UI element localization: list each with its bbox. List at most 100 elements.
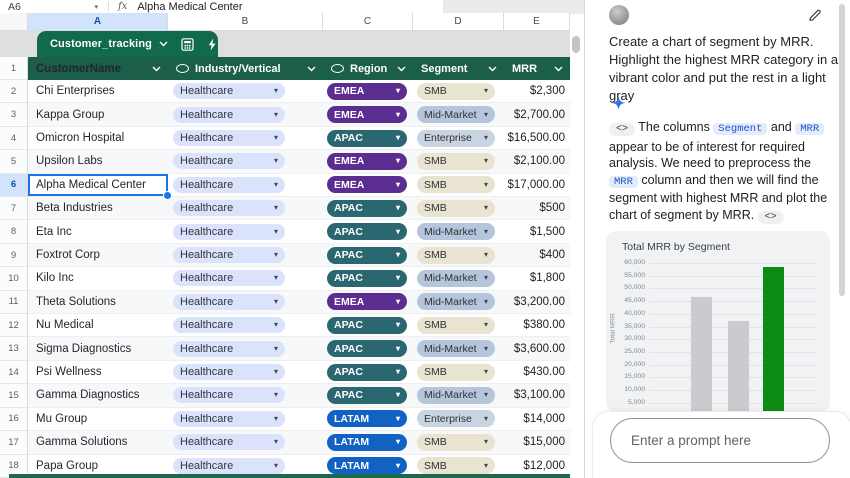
name-box-dropdown-icon[interactable]: ▾ (94, 3, 98, 11)
sheet-tab-customer-tracking[interactable]: Customer_tracking (37, 31, 218, 57)
industry-dropdown[interactable]: Healthcare ▾ (173, 106, 285, 123)
cell-mrr[interactable]: $3,200.00 (504, 290, 570, 315)
row-number[interactable]: 4 (0, 126, 28, 151)
row-number[interactable]: 1 (0, 57, 28, 80)
cell-customer-name[interactable]: Foxtrot Corp (28, 243, 168, 268)
region-dropdown[interactable]: APAC ▾ (327, 246, 407, 264)
row-number[interactable]: 7 (0, 197, 28, 221)
region-dropdown[interactable]: LATAM ▾ (327, 410, 407, 428)
cell-customer-name[interactable]: Gamma Diagnostics (28, 384, 168, 408)
row-number[interactable]: 10 (0, 267, 28, 291)
region-dropdown[interactable]: LATAM ▾ (327, 457, 407, 475)
row-number[interactable]: 8 (0, 220, 28, 244)
cell-customer-name[interactable]: Psi Wellness (28, 360, 168, 385)
sheet-scrollbar[interactable] (572, 36, 580, 53)
industry-dropdown[interactable]: Healthcare ▾ (173, 457, 285, 474)
chevron-down-icon[interactable] (488, 66, 497, 72)
cell-mrr[interactable]: $430.00 (504, 360, 570, 385)
chevron-down-icon[interactable] (307, 66, 316, 72)
prompt-input[interactable] (610, 418, 830, 463)
segment-dropdown[interactable]: Enterprise ▾ (417, 129, 495, 147)
row-number[interactable]: 13 (0, 337, 28, 361)
segment-dropdown[interactable]: SMB ▾ (417, 246, 495, 264)
cell-customer-name[interactable]: Beta Industries (28, 197, 168, 221)
segment-dropdown[interactable]: Mid-Market ▾ (417, 340, 495, 358)
segment-dropdown[interactable]: SMB ▾ (417, 316, 495, 334)
segment-dropdown[interactable]: Mid-Market ▾ (417, 269, 495, 287)
cell-name-box[interactable]: A6 ▾ (0, 0, 104, 13)
row-number[interactable]: 14 (0, 360, 28, 385)
cell-customer-name[interactable]: Theta Solutions (28, 290, 168, 315)
row-number[interactable]: 12 (0, 314, 28, 338)
cell-mrr[interactable]: $17,000.00 (504, 173, 570, 198)
cell-customer-name[interactable]: Omicron Hospital (28, 126, 168, 151)
segment-dropdown[interactable]: Mid-Market ▾ (417, 293, 495, 311)
segment-dropdown[interactable]: SMB ▾ (417, 199, 495, 217)
cell-customer-name[interactable]: Upsilon Labs (28, 150, 168, 174)
formula-input[interactable]: Alpha Medical Center (137, 1, 242, 13)
calculator-icon[interactable] (181, 37, 194, 51)
cell-customer-name[interactable]: Chi Enterprises (28, 80, 168, 104)
segment-dropdown[interactable]: SMB ▾ (417, 433, 495, 451)
panel-scrollbar[interactable] (839, 4, 845, 296)
industry-dropdown[interactable]: Healthcare ▾ (173, 340, 285, 357)
segment-dropdown[interactable]: SMB ▾ (417, 176, 495, 194)
region-dropdown[interactable]: EMEA ▾ (327, 82, 407, 100)
segment-dropdown[interactable]: SMB ▾ (417, 457, 495, 475)
region-dropdown[interactable]: APAC ▾ (327, 199, 407, 217)
column-header-D[interactable]: D (413, 13, 504, 31)
region-dropdown[interactable]: APAC ▾ (327, 386, 407, 404)
selection-fill-handle[interactable] (163, 191, 172, 201)
lightning-bolt-icon[interactable] (207, 38, 217, 51)
row-number[interactable]: 2 (0, 80, 28, 104)
row-number[interactable]: 6 (0, 173, 28, 198)
region-dropdown[interactable]: APAC ▾ (327, 129, 407, 147)
industry-dropdown[interactable]: Healthcare ▾ (173, 176, 285, 193)
segment-dropdown[interactable]: SMB ▾ (417, 82, 495, 100)
cell-mrr[interactable]: $2,700.00 (504, 103, 570, 127)
column-header-E[interactable]: E (504, 13, 570, 31)
industry-dropdown[interactable]: Healthcare ▾ (173, 293, 285, 310)
cell-customer-name[interactable]: Alpha Medical Center (28, 173, 172, 201)
column-header-region[interactable]: Region (323, 57, 413, 80)
industry-dropdown[interactable]: Healthcare ▾ (173, 317, 285, 334)
region-dropdown[interactable]: EMEA ▾ (327, 152, 407, 170)
cell-mrr[interactable]: $2,100.00 (504, 150, 570, 174)
cell-mrr[interactable]: $1,500 (504, 220, 570, 244)
cell-mrr[interactable]: $1,800 (504, 267, 570, 291)
region-dropdown[interactable]: APAC ▾ (327, 340, 407, 358)
column-header-A[interactable]: A (28, 13, 168, 31)
cell-customer-name[interactable]: Gamma Solutions (28, 431, 168, 455)
region-dropdown[interactable]: APAC ▾ (327, 223, 407, 241)
column-header-B[interactable]: B (168, 13, 323, 31)
industry-dropdown[interactable]: Healthcare ▾ (173, 83, 285, 100)
cell-mrr[interactable]: $15,000 (504, 431, 570, 455)
region-dropdown[interactable]: EMEA ▾ (327, 293, 407, 311)
column-header-segment[interactable]: Segment (413, 57, 504, 80)
segment-dropdown[interactable]: Mid-Market ▾ (417, 223, 495, 241)
segment-dropdown[interactable]: SMB ▾ (417, 363, 495, 381)
cell-customer-name[interactable]: Nu Medical (28, 314, 168, 338)
cell-mrr[interactable]: $3,100.00 (504, 384, 570, 408)
row-number[interactable]: 15 (0, 384, 28, 408)
cell-mrr[interactable]: $2,300 (504, 80, 570, 104)
segment-dropdown[interactable]: SMB ▾ (417, 152, 495, 170)
chevron-down-icon[interactable] (554, 66, 563, 72)
column-header-C[interactable]: C (323, 13, 413, 31)
chevron-down-icon[interactable] (159, 41, 168, 47)
column-header-industry-vertical[interactable]: Industry/Vertical (168, 57, 323, 80)
industry-dropdown[interactable]: Healthcare ▾ (173, 200, 285, 217)
region-dropdown[interactable]: APAC ▾ (327, 316, 407, 334)
industry-dropdown[interactable]: Healthcare ▾ (173, 223, 285, 240)
column-header-customername[interactable]: CustomerName (28, 57, 168, 80)
row-number[interactable]: 17 (0, 431, 28, 455)
row-number[interactable]: 11 (0, 290, 28, 315)
cell-customer-name[interactable]: Sigma Diagnostics (28, 337, 168, 361)
code-toggle-chip[interactable]: <> (757, 210, 784, 224)
region-dropdown[interactable]: EMEA ▾ (327, 176, 407, 194)
region-dropdown[interactable]: EMEA ▾ (327, 106, 407, 124)
industry-dropdown[interactable]: Healthcare ▾ (173, 434, 285, 451)
cell-mrr[interactable]: $380.00 (504, 314, 570, 338)
chevron-down-icon[interactable] (152, 66, 161, 72)
cell-mrr[interactable]: $3,600.00 (504, 337, 570, 361)
